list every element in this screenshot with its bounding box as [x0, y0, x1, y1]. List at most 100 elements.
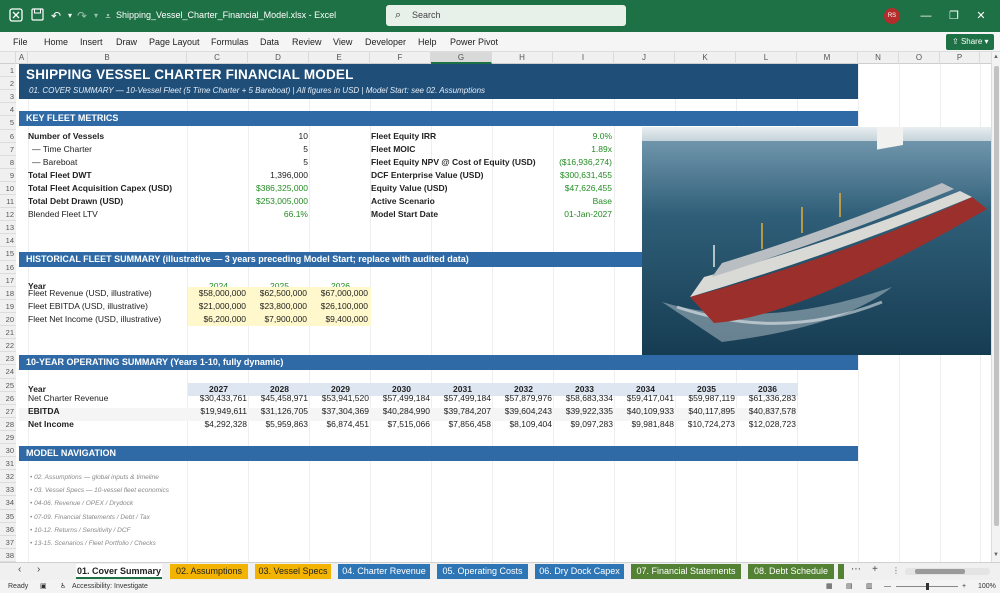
customize-toolbar-icon[interactable]: ⩡	[100, 8, 116, 24]
row-header-17[interactable]: 17	[0, 273, 16, 287]
operating-value-cell[interactable]: $30,433,761	[188, 392, 249, 405]
normal-view-icon[interactable]: ▦	[826, 580, 833, 593]
sheet-tab-3[interactable]: 03. Vessel Specs	[255, 564, 331, 579]
operating-value-cell[interactable]: $57,879,976	[493, 392, 554, 405]
row-header-23[interactable]: 23	[0, 352, 16, 366]
metric-value[interactable]: 66.1%	[188, 208, 308, 221]
minimize-icon[interactable]: —	[918, 8, 934, 24]
next-sheet-icon[interactable]: ›	[37, 564, 40, 575]
search-box[interactable]: ⌕ Search	[386, 5, 626, 26]
metric-value[interactable]: 1.89x	[492, 143, 612, 156]
row-header-33[interactable]: 33	[0, 483, 16, 497]
row-header-5[interactable]: 5	[0, 116, 16, 130]
operating-value-cell[interactable]: $31,126,705	[249, 405, 310, 418]
row-header-4[interactable]: 4	[0, 103, 16, 117]
row-header-16[interactable]: 16	[0, 260, 16, 274]
sheet-tab-8[interactable]: 08. Debt Schedule	[748, 564, 834, 579]
row-header-32[interactable]: 32	[0, 470, 16, 484]
vertical-scrollbar[interactable]: ▲ ▼	[991, 52, 1000, 562]
zoom-out-icon[interactable]: —	[884, 580, 891, 593]
column-header-c[interactable]: C	[187, 52, 248, 64]
sheet-tab-2[interactable]: 02. Assumptions	[170, 564, 248, 579]
column-header-g[interactable]: G	[431, 52, 492, 64]
row-header-9[interactable]: 9	[0, 168, 16, 182]
menu-data[interactable]: Data	[260, 37, 279, 47]
operating-value-cell[interactable]: $40,284,990	[371, 405, 432, 418]
operating-value-cell[interactable]: $7,856,458	[432, 418, 493, 431]
column-header-d[interactable]: D	[248, 52, 309, 64]
column-header-l[interactable]: L	[736, 52, 797, 64]
sheet-tab-5[interactable]: 05. Operating Costs	[437, 564, 528, 579]
historical-input-cell[interactable]: $67,000,000	[310, 286, 371, 300]
historical-input-cell[interactable]: $23,800,000	[249, 299, 310, 313]
navigation-link[interactable]: • 10-12. Returns / Sensitivity / DCF	[30, 524, 131, 537]
row-header-19[interactable]: 19	[0, 299, 16, 313]
menu-home[interactable]: Home	[44, 37, 68, 47]
metric-value[interactable]: 1,396,000	[188, 169, 308, 182]
metric-value[interactable]: 10	[188, 130, 308, 143]
operating-value-cell[interactable]: $40,837,578	[737, 405, 798, 418]
metric-value[interactable]: $253,005,000	[188, 195, 308, 208]
row-header-10[interactable]: 10	[0, 181, 16, 196]
row-header-34[interactable]: 34	[0, 496, 16, 510]
row-header-1[interactable]: 1	[0, 64, 16, 78]
accessibility-status[interactable]: Accessibility: Investigate	[72, 580, 148, 593]
metric-value[interactable]: 5	[188, 156, 308, 169]
prev-sheet-icon[interactable]: ‹	[18, 564, 21, 575]
operating-value-cell[interactable]: $40,117,895	[676, 405, 737, 418]
operating-value-cell[interactable]: $9,981,848	[615, 418, 676, 431]
more-sheets-icon[interactable]: ⋯	[851, 564, 861, 575]
column-header-j[interactable]: J	[614, 52, 675, 64]
share-button[interactable]: ⇪ Share ▾	[946, 34, 994, 50]
menu-review[interactable]: Review	[292, 37, 322, 47]
row-header-30[interactable]: 30	[0, 444, 16, 458]
row-header-26[interactable]: 26	[0, 391, 16, 405]
page-break-view-icon[interactable]: ▥	[866, 580, 873, 593]
restore-icon[interactable]: ❐	[946, 8, 962, 24]
historical-input-cell[interactable]: $58,000,000	[188, 286, 249, 300]
row-header-8[interactable]: 8	[0, 155, 16, 169]
metric-value[interactable]: 9.0%	[492, 130, 612, 143]
column-header-p[interactable]: P	[940, 52, 980, 64]
metric-value[interactable]: Base	[492, 195, 612, 208]
row-header-14[interactable]: 14	[0, 234, 16, 248]
operating-value-cell[interactable]: $57,499,184	[432, 392, 493, 405]
column-header-f[interactable]: F	[370, 52, 431, 64]
menu-power-pivot[interactable]: Power Pivot	[450, 37, 498, 47]
column-header-h[interactable]: H	[492, 52, 553, 64]
scroll-down-icon[interactable]: ▼	[993, 552, 999, 558]
row-header-38[interactable]: 38	[0, 548, 16, 562]
select-all-corner[interactable]	[0, 52, 16, 64]
excel-icon[interactable]	[8, 8, 24, 24]
sheet-tab-4[interactable]: 04. Charter Revenue	[338, 564, 430, 579]
sheet-tab-6[interactable]: 06. Dry Dock Capex	[535, 564, 624, 579]
historical-input-cell[interactable]: $26,100,000	[310, 299, 371, 313]
operating-value-cell[interactable]: $6,874,451	[310, 418, 371, 431]
column-header-k[interactable]: K	[675, 52, 736, 64]
metric-value[interactable]: $47,626,455	[492, 182, 612, 195]
sheet-tab-1[interactable]: 01. Cover Summary	[76, 564, 162, 579]
row-header-11[interactable]: 11	[0, 195, 16, 209]
accessibility-icon[interactable]: ♿	[60, 580, 66, 593]
row-header-2[interactable]: 2	[0, 77, 16, 91]
operating-value-cell[interactable]: $40,109,933	[615, 405, 676, 418]
more-tabs-edge[interactable]	[838, 564, 844, 579]
column-header-i[interactable]: I	[553, 52, 614, 64]
operating-value-cell[interactable]: $10,724,273	[676, 418, 737, 431]
operating-value-cell[interactable]: $45,458,971	[249, 392, 310, 405]
row-header-12[interactable]: 12	[0, 208, 16, 222]
operating-value-cell[interactable]: $39,604,243	[493, 405, 554, 418]
metric-value[interactable]: $300,631,455	[492, 169, 612, 182]
row-header-36[interactable]: 36	[0, 522, 16, 536]
sheet-list-icon[interactable]: ⋮	[892, 566, 900, 575]
menu-file[interactable]: File	[13, 37, 28, 47]
save-icon[interactable]	[29, 8, 45, 24]
metric-value[interactable]: ($16,936,274)	[492, 156, 612, 169]
metric-value[interactable]: 5	[188, 143, 308, 156]
historical-input-cell[interactable]: $9,400,000	[310, 313, 371, 326]
historical-input-cell[interactable]: $7,900,000	[249, 313, 310, 326]
zoom-slider-thumb[interactable]	[926, 583, 929, 590]
navigation-link[interactable]: • 07-09. Financial Statements / Debt / T…	[30, 511, 150, 524]
row-header-18[interactable]: 18	[0, 286, 16, 300]
menu-help[interactable]: Help	[418, 37, 437, 47]
